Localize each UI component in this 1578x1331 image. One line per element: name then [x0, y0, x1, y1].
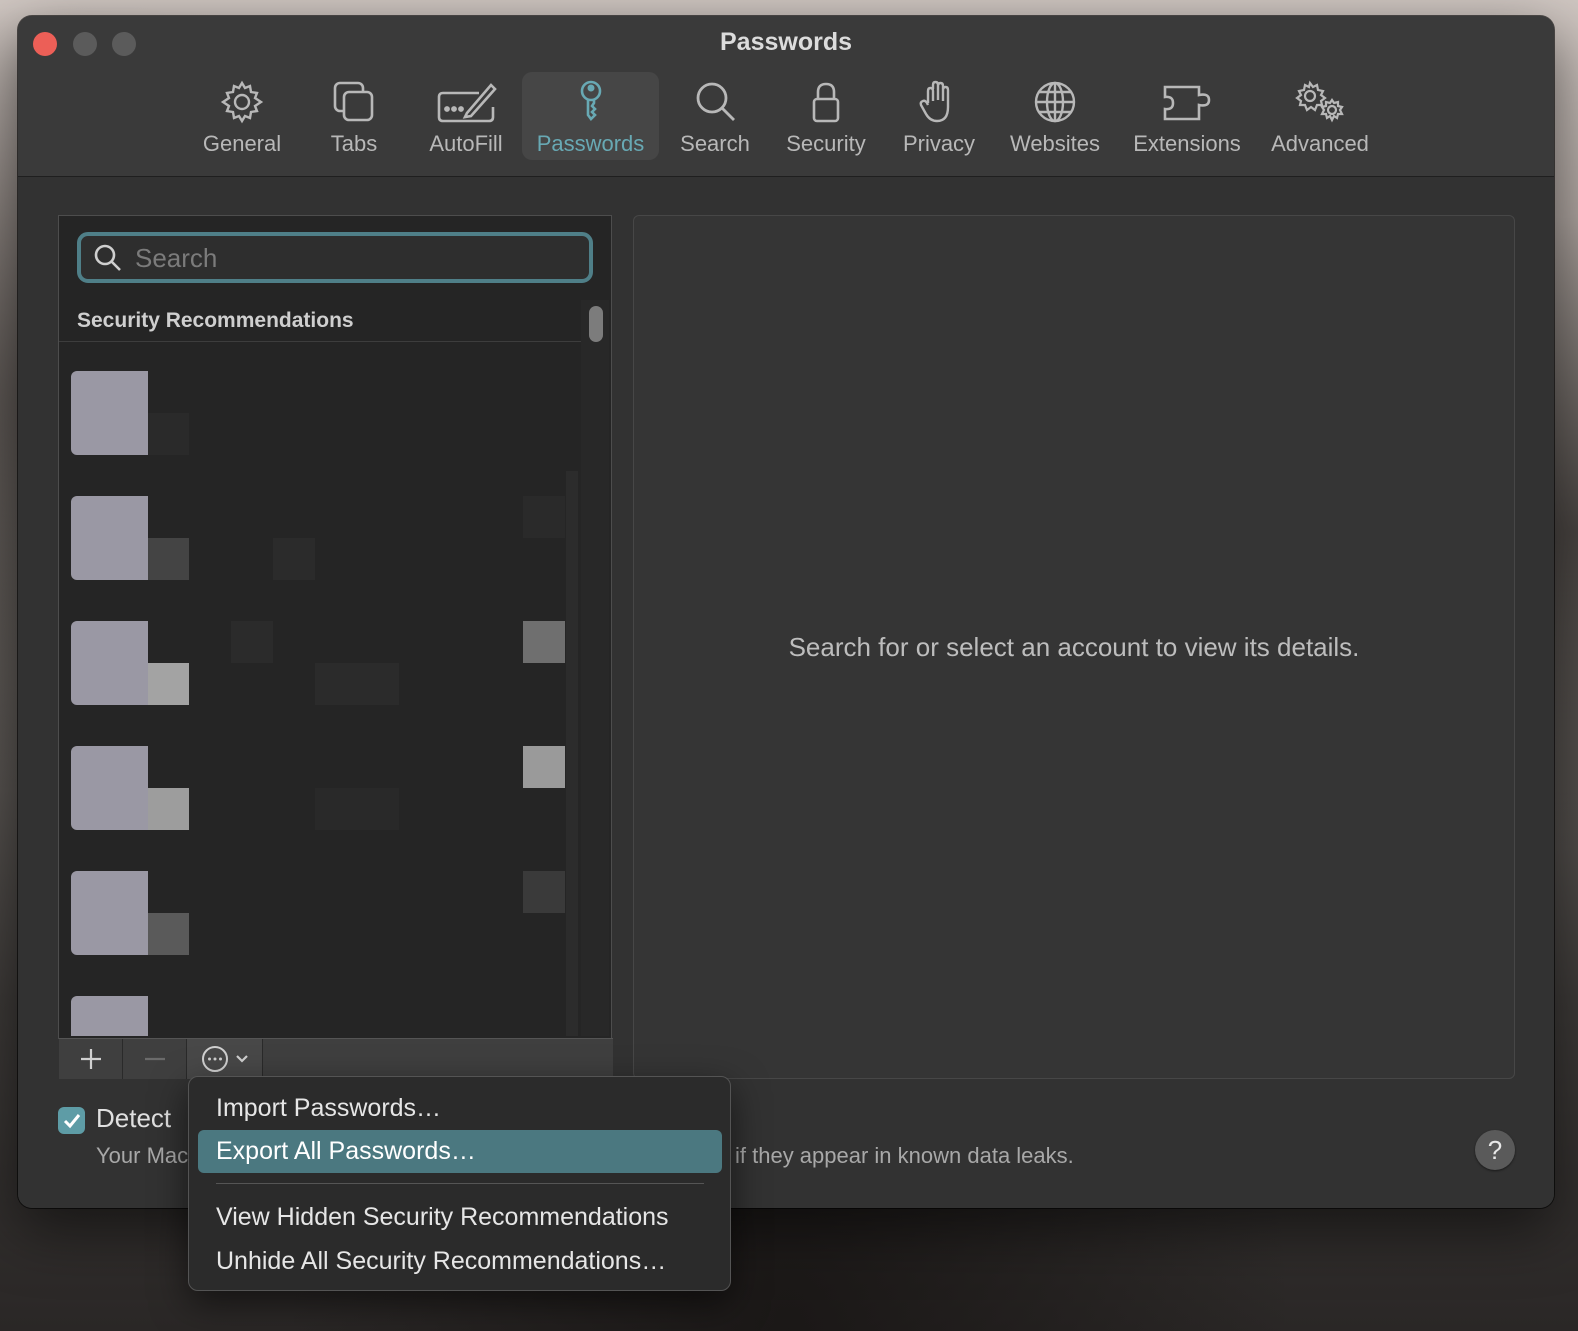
- minus-icon: [144, 1057, 165, 1061]
- account-details-panel: Search for or select an account to view …: [633, 215, 1515, 1079]
- remove-password-button[interactable]: [123, 1039, 187, 1079]
- puzzle-icon: [1163, 85, 1211, 121]
- toolbar-tabs-label: Tabs: [330, 131, 378, 156]
- globe-icon: [1034, 81, 1076, 123]
- toolbar-websites[interactable]: Websites: [1002, 72, 1108, 160]
- redacted-block: [523, 871, 565, 913]
- redacted-block: [523, 746, 565, 788]
- redacted-block: [148, 788, 189, 830]
- redacted-favicon: [71, 871, 148, 955]
- preferences-window: Passwords General Tabs AutoFill Password…: [18, 16, 1554, 1208]
- toolbar-advanced-label: Advanced: [1271, 131, 1369, 156]
- redacted-favicon: [71, 371, 148, 455]
- toolbar-privacy[interactable]: Privacy: [894, 72, 984, 160]
- password-list-panel: Security Recommendations: [58, 215, 613, 1079]
- redacted-block: [523, 621, 565, 663]
- search-input[interactable]: [133, 239, 577, 278]
- empty-state-message: Search for or select an account to view …: [788, 632, 1360, 662]
- toolbar-privacy-label: Privacy: [902, 131, 976, 156]
- detect-description-start: Your Mac: [96, 1143, 189, 1168]
- toolbar-extensions-label: Extensions: [1133, 131, 1241, 156]
- redacted-block: [148, 538, 189, 580]
- toolbar-extensions[interactable]: Extensions: [1124, 72, 1250, 160]
- gears-icon: [1295, 80, 1344, 123]
- detect-description-end: if they appear in known data leaks.: [735, 1143, 1074, 1168]
- checkmark-icon: [63, 1113, 80, 1128]
- list-actions-bar: [59, 1038, 613, 1079]
- scrollbar-track[interactable]: [581, 300, 609, 1036]
- list-item[interactable]: [59, 343, 579, 468]
- toolbar-security-label: Security: [786, 131, 866, 156]
- menu-item-unhide-all-recommendations[interactable]: Unhide All Security Recommendations…: [198, 1240, 722, 1283]
- toolbar-general[interactable]: General: [194, 72, 290, 160]
- menu-separator: [216, 1183, 704, 1184]
- hand-icon: [919, 80, 950, 123]
- redacted-block: [148, 913, 189, 955]
- list-item[interactable]: [59, 843, 579, 968]
- toolbar-websites-label: Websites: [1009, 131, 1101, 156]
- toolbar-tabs[interactable]: Tabs: [312, 72, 396, 160]
- toolbar-security[interactable]: Security: [780, 72, 872, 160]
- list-item[interactable]: [59, 593, 579, 718]
- toolbar-search-label: Search: [680, 131, 750, 156]
- section-header-security-recommendations: Security Recommendations: [59, 300, 581, 342]
- toolbar-search[interactable]: Search: [672, 72, 758, 160]
- tabs-icon: [333, 81, 374, 122]
- passwords-pane: Security Recommendations: [18, 177, 1554, 1208]
- redacted-block: [523, 496, 565, 538]
- search-icon: [696, 82, 735, 121]
- toolbar-general-label: General: [202, 131, 282, 156]
- detect-compromised-label: Detect: [96, 1103, 172, 1133]
- gear-icon: [220, 80, 264, 124]
- key-icon: [580, 80, 601, 121]
- redacted-favicon: [71, 621, 148, 705]
- detect-compromised-checkbox[interactable]: [58, 1107, 85, 1134]
- search-field[interactable]: [77, 232, 593, 283]
- menu-item-export-all-passwords[interactable]: Export All Passwords…: [198, 1130, 722, 1173]
- ellipsis-circle-icon: [201, 1046, 228, 1072]
- list-item[interactable]: [59, 718, 579, 843]
- toolbar-passwords-label: Passwords: [536, 131, 645, 156]
- redacted-favicon: [71, 996, 148, 1036]
- toolbar-autofill-label: AutoFill: [429, 131, 503, 156]
- password-list: [59, 343, 579, 1036]
- redacted-block: [273, 538, 315, 580]
- toolbar-passwords[interactable]: Passwords: [522, 72, 659, 160]
- chevron-down-icon: [235, 1055, 248, 1063]
- autofill-icon: [437, 83, 497, 123]
- menu-item-view-hidden-recommendations[interactable]: View Hidden Security Recommendations: [198, 1196, 722, 1239]
- add-password-button[interactable]: [59, 1039, 123, 1079]
- redacted-favicon: [71, 746, 148, 830]
- toolbar-autofill[interactable]: AutoFill: [418, 72, 514, 160]
- more-options-button[interactable]: [187, 1039, 263, 1079]
- window-title: Passwords: [719, 28, 852, 56]
- scrollbar-thumb[interactable]: [589, 306, 603, 342]
- list-item[interactable]: [59, 968, 579, 1036]
- menu-item-import-passwords[interactable]: Import Passwords…: [198, 1087, 722, 1130]
- redacted-block: [231, 621, 273, 663]
- search-icon: [94, 244, 121, 271]
- lock-icon: [812, 82, 840, 123]
- redacted-block: [315, 788, 399, 830]
- redacted-block: [148, 413, 189, 455]
- list-item[interactable]: [59, 468, 579, 593]
- redacted-block: [148, 663, 189, 705]
- toolbar-advanced[interactable]: Advanced: [1264, 72, 1376, 160]
- title-bar: Passwords General Tabs AutoFill Password…: [18, 16, 1554, 177]
- redacted-favicon: [71, 496, 148, 580]
- help-button[interactable]: ?: [1475, 1130, 1515, 1170]
- more-options-menu: Import Passwords… Export All Passwords… …: [188, 1076, 731, 1291]
- redacted-block: [315, 663, 399, 705]
- plus-icon: [80, 1049, 101, 1069]
